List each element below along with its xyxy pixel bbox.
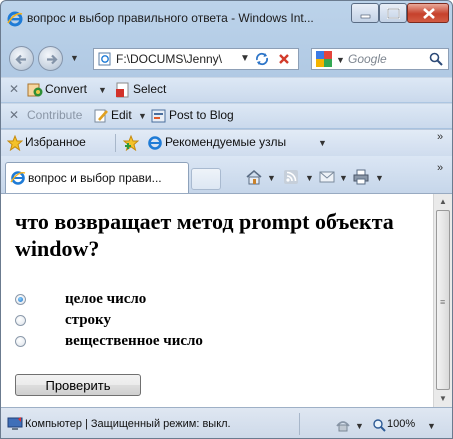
favorites-separator [115, 134, 116, 152]
contribute-button[interactable]: Contribute [27, 108, 82, 122]
blog-toolbar: ✕ Contribute Edit ▼ Post to Blog [1, 103, 452, 128]
computer-zone-icon [7, 417, 23, 430]
search-placeholder[interactable]: Google [348, 52, 387, 66]
convert-button[interactable]: Convert [45, 82, 87, 96]
page-content: что возвращает метод prompt объекта wind… [1, 194, 433, 407]
ie-logo-icon [7, 11, 23, 27]
edit-pencil-icon [94, 109, 108, 123]
tab-page-icon [10, 171, 26, 185]
select-pdf-icon [116, 82, 129, 98]
maximize-button[interactable] [379, 3, 407, 23]
zoom-icon[interactable] [371, 417, 387, 433]
favorites-star-icon [7, 135, 23, 151]
print-dropdown-icon[interactable]: ▼ [375, 173, 384, 183]
recommended-dropdown-icon[interactable]: ▼ [318, 138, 327, 148]
convert-pdf-icon [27, 83, 43, 97]
status-separator [299, 413, 300, 435]
post-to-blog-button[interactable]: Post to Blog [169, 108, 234, 122]
close-button[interactable] [407, 3, 449, 23]
navigation-bar: ▼ F:\DOCUMS\Jenny\ ▼ ▼ Google [1, 43, 452, 73]
zoom-dropdown-icon[interactable]: ▼ [427, 421, 436, 431]
address-bar[interactable]: F:\DOCUMS\Jenny\ ▼ [93, 48, 299, 70]
window-title: вопрос и выбор правильного ответа - Wind… [27, 11, 314, 25]
answer-label[interactable]: вещественное число [65, 333, 203, 350]
search-box[interactable]: ▼ Google [311, 48, 449, 70]
scrollbar-grip-icon: ≡ [440, 297, 446, 307]
check-button[interactable]: Проверить [15, 374, 141, 396]
scrollbar-thumb[interactable]: ≡ [436, 210, 450, 390]
home-dropdown-icon[interactable]: ▼ [267, 173, 276, 183]
scroll-down-arrow-icon[interactable]: ▼ [439, 394, 447, 403]
question-heading: что возвращает метод prompt объекта wind… [15, 209, 394, 261]
search-provider-dropdown-icon[interactable]: ▼ [336, 55, 345, 65]
answer-radio[interactable] [15, 315, 26, 326]
refresh-icon[interactable] [254, 51, 270, 67]
scroll-up-arrow-icon[interactable]: ▲ [439, 197, 447, 206]
home-icon[interactable] [245, 169, 263, 185]
answer-option[interactable]: целое число [15, 291, 315, 309]
title-bar: вопрос и выбор правильного ответа - Wind… [1, 1, 452, 41]
tab-label[interactable]: вопрос и выбор прави... [28, 171, 178, 185]
answer-radio[interactable] [15, 336, 26, 347]
mail-dropdown-icon[interactable]: ▼ [339, 173, 348, 183]
select-button[interactable]: Select [133, 82, 166, 96]
add-favorite-icon[interactable] [123, 135, 139, 151]
google-logo-icon [316, 51, 332, 67]
convert-toolbar: ✕ Convert ▼ Select [1, 77, 452, 102]
favorites-button[interactable]: Избранное [25, 135, 86, 149]
new-tab-button[interactable] [191, 168, 221, 190]
protected-mode-dropdown-icon[interactable]: ▼ [355, 421, 364, 431]
close-toolbar-icon[interactable]: ✕ [9, 108, 19, 122]
more-favorites-icon[interactable]: » [437, 131, 443, 143]
minimize-icon [360, 14, 371, 19]
tab-row: вопрос и выбор прави... ▼ ▼ ▼ ▼ » [1, 156, 452, 194]
rss-dropdown-icon[interactable]: ▼ [305, 173, 314, 183]
post-to-blog-icon [151, 109, 166, 123]
status-text: Компьютер | Защищенный режим: выкл. [25, 418, 231, 430]
suggested-sites-icon [148, 136, 162, 150]
answer-option[interactable]: вещественное число [15, 333, 315, 351]
browser-window: вопрос и выбор правильного ответа - Wind… [0, 0, 453, 439]
forward-button[interactable] [38, 46, 63, 71]
answer-label[interactable]: целое число [65, 291, 146, 308]
status-bar: Компьютер | Защищенный режим: выкл. ▼ 10… [1, 407, 452, 438]
edit-button[interactable]: Edit [111, 108, 132, 122]
zoom-level[interactable]: 100% [387, 418, 415, 430]
minimize-button[interactable] [351, 3, 379, 23]
rss-feed-icon[interactable] [283, 169, 299, 185]
edit-dropdown-icon[interactable]: ▼ [138, 111, 147, 121]
answer-option[interactable]: строку [15, 312, 315, 330]
mail-icon[interactable] [319, 169, 335, 185]
close-toolbar-icon[interactable]: ✕ [9, 82, 19, 96]
stop-icon[interactable] [276, 51, 292, 67]
address-dropdown-icon[interactable]: ▼ [240, 53, 250, 64]
active-tab[interactable]: вопрос и выбор прави... [5, 162, 189, 193]
back-button[interactable] [9, 46, 34, 71]
maximize-icon [387, 8, 400, 19]
convert-dropdown-icon[interactable]: ▼ [98, 85, 107, 95]
back-arrow-icon [15, 54, 26, 65]
print-icon[interactable] [353, 169, 369, 185]
history-dropdown-icon[interactable]: ▼ [70, 53, 79, 63]
protected-mode-icon[interactable] [335, 417, 351, 433]
favorites-bar: Избранное Рекомендуемые узлы ▼ » [1, 129, 452, 156]
more-commands-icon[interactable]: » [437, 162, 443, 174]
recommended-sites-link[interactable]: Рекомендуемые узлы [165, 135, 286, 149]
page-icon [98, 52, 111, 66]
forward-arrow-icon [47, 54, 58, 65]
vertical-scrollbar[interactable]: ▲ ≡ ▼ [433, 194, 452, 407]
answer-radio[interactable] [15, 294, 26, 305]
address-text[interactable]: F:\DOCUMS\Jenny\ [116, 52, 236, 66]
answer-label[interactable]: строку [65, 312, 111, 329]
search-icon[interactable] [428, 51, 444, 67]
close-icon [423, 8, 435, 19]
